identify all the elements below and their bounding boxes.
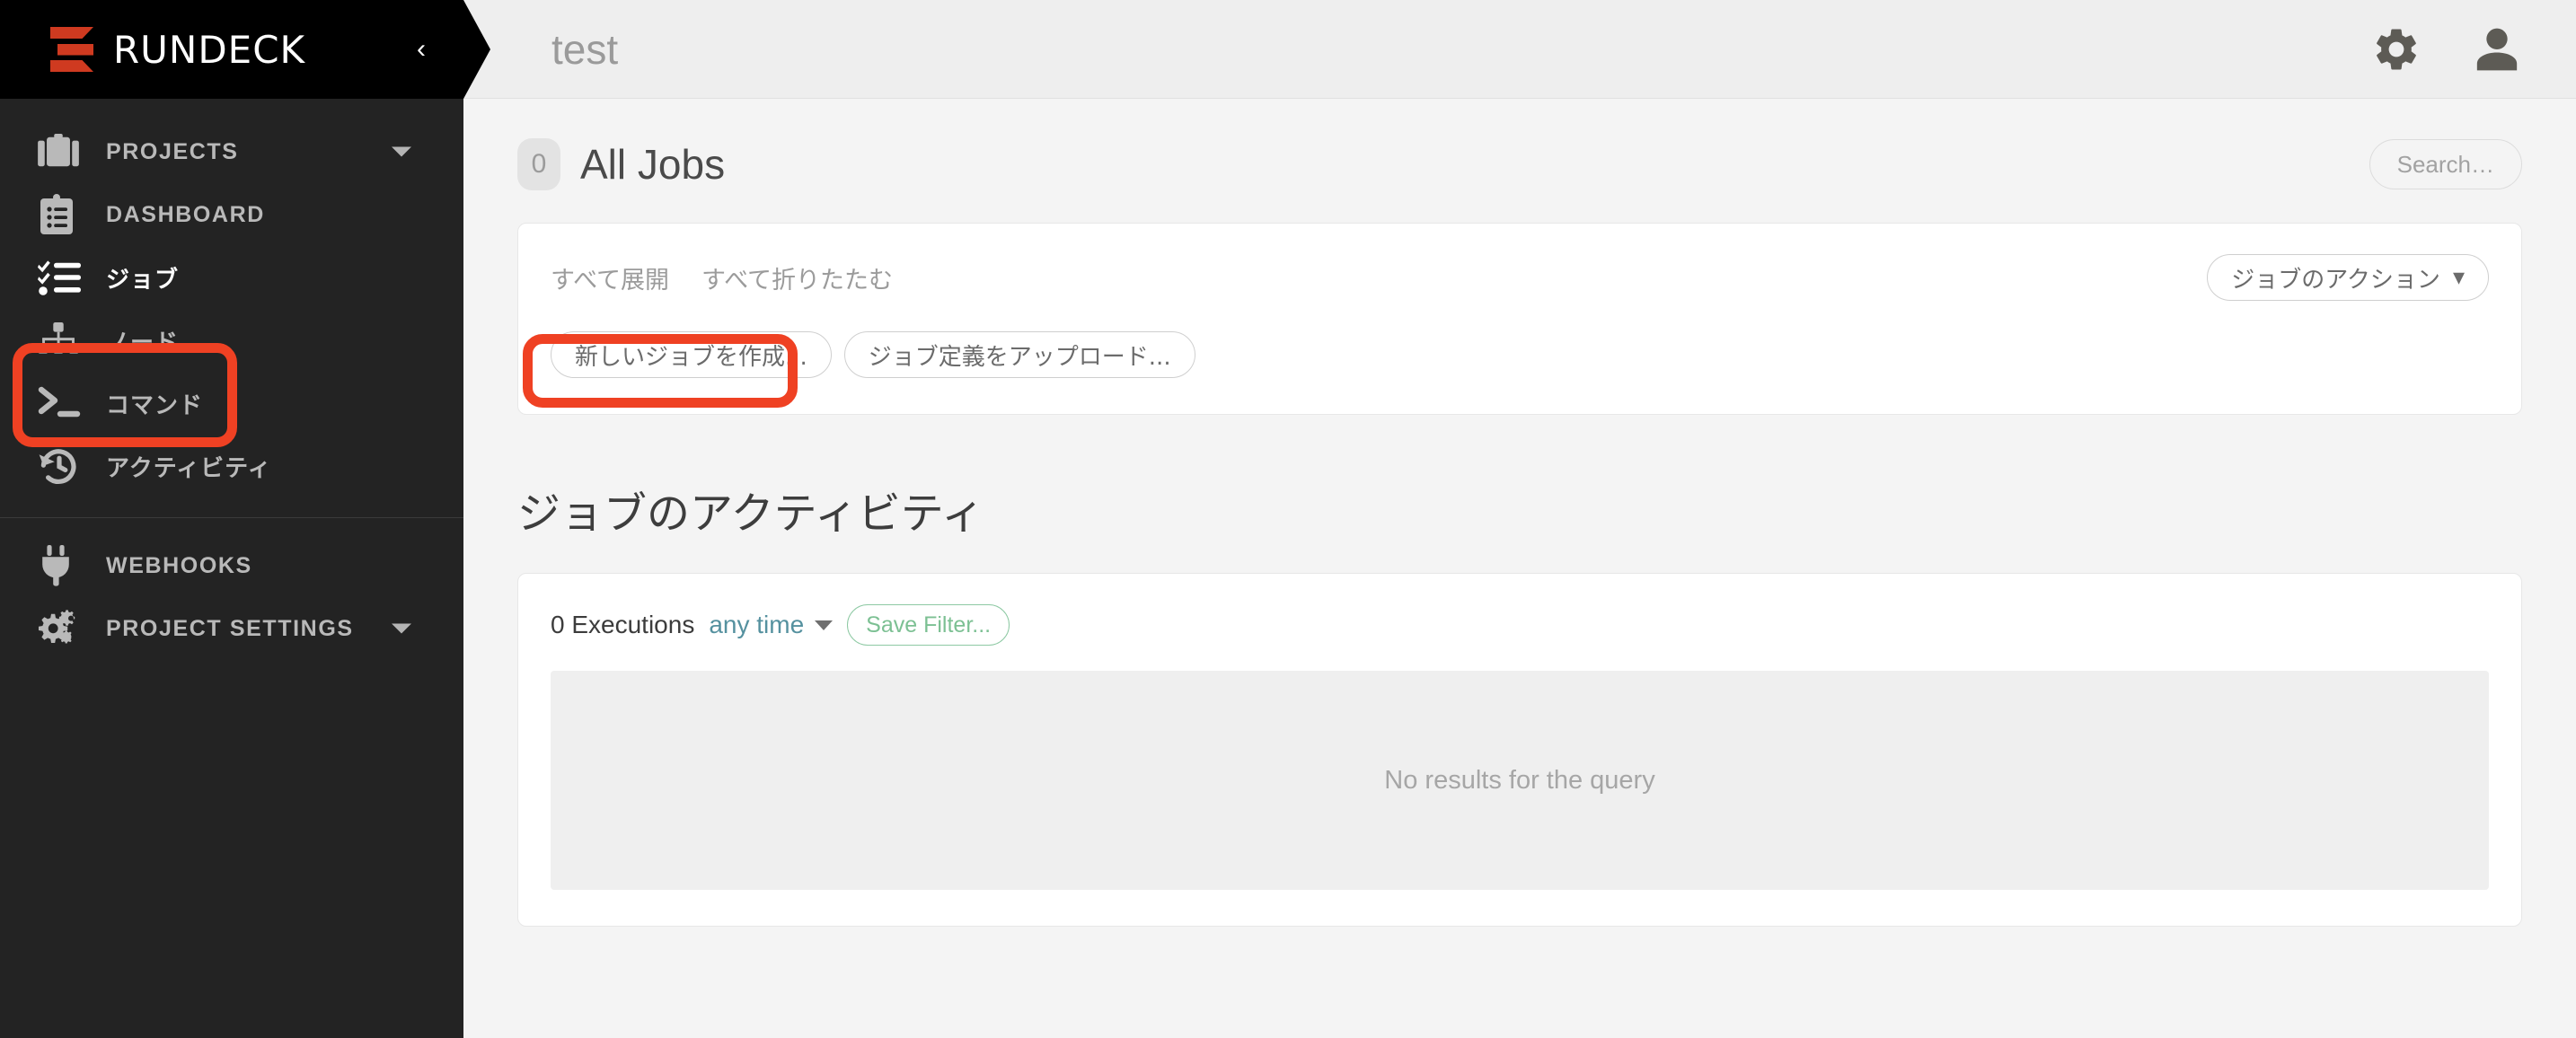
sidebar-item-nodes[interactable]: ノード	[0, 309, 463, 372]
brand-name: RUNDECK	[113, 27, 306, 72]
sidebar-item-label: アクティビティ	[106, 454, 272, 482]
sidebar-item-activity[interactable]: アクティビティ	[0, 435, 463, 497]
time-filter-dropdown[interactable]: any time	[709, 611, 834, 639]
clipboard-list-icon	[38, 194, 106, 235]
collapse-all-link[interactable]: すべて折りたたむ	[701, 260, 893, 295]
content-area: 0 All Jobs Search… すべて展開 すべて折りたたむ ジョブのアク…	[463, 99, 2576, 927]
sidebar-item-webhooks[interactable]: WEBHOOKS	[0, 534, 463, 597]
brand-bar: RUNDECK ‹	[0, 0, 490, 99]
activity-card: 0 Executions any time Save Filter... No …	[517, 573, 2522, 927]
upload-job-definition-button[interactable]: ジョブ定義をアップロード...	[843, 331, 1195, 378]
top-bar: test	[463, 0, 2576, 99]
sidebar-item-label: DASHBOARD	[106, 201, 265, 227]
tasks-icon	[38, 259, 106, 296]
rundeck-logo[interactable]: RUNDECK	[50, 27, 305, 72]
page-title: All Jobs	[580, 141, 726, 188]
save-filter-button[interactable]: Save Filter...	[847, 604, 1010, 646]
activity-section-title: ジョブのアクティビティ	[517, 488, 984, 539]
jobs-action-label: ジョブのアクション	[2231, 266, 2440, 294]
executions-count: 0 Executions	[551, 611, 695, 638]
sidebar-item-label: PROJECT SETTINGS	[106, 615, 354, 641]
sidebar-nav: PROJECTS DASHBOARD ジョブ ノード コマンド アクティビティ …	[0, 99, 494, 660]
history-icon	[38, 446, 106, 486]
project-title: test	[551, 25, 619, 73]
sidebar-item-label: コマンド	[106, 391, 204, 419]
sidebar-item-projects[interactable]: PROJECTS	[0, 120, 463, 183]
sidebar-item-commands[interactable]: コマンド	[0, 372, 463, 435]
gear-icon[interactable]	[2371, 24, 2422, 75]
user-icon[interactable]	[2472, 24, 2522, 75]
topbar-icons	[2371, 24, 2522, 75]
create-new-job-button[interactable]: 新しいジョブを作成...	[551, 331, 832, 378]
sidebar-item-label: WEBHOOKS	[106, 552, 252, 578]
cogs-icon	[38, 610, 106, 647]
app-root: RUNDECK ‹ PROJECTS DASHBOARD ジョブ ノード コマン…	[0, 0, 2576, 1038]
expand-all-link[interactable]: すべて展開	[551, 260, 669, 295]
sidebar: RUNDECK ‹ PROJECTS DASHBOARD ジョブ ノード コマン…	[0, 0, 494, 1038]
jobs-action-dropdown[interactable]: ジョブのアクション ▾	[2207, 254, 2489, 301]
tree-controls: すべて展開 すべて折りたたむ	[551, 260, 893, 295]
terminal-icon	[38, 386, 106, 420]
jobs-card-toolbar: すべて展開 すべて折りたたむ ジョブのアクション ▾	[551, 254, 2489, 301]
empty-results-message: No results for the query	[1384, 765, 1655, 795]
rundeck-mark-icon	[50, 27, 93, 72]
sidebar-item-label: PROJECTS	[106, 138, 239, 164]
sidebar-item-project-settings[interactable]: PROJECT SETTINGS	[0, 597, 463, 660]
sidebar-item-dashboard[interactable]: DASHBOARD	[0, 183, 463, 246]
jobs-card: すべて展開 すべて折りたたむ ジョブのアクション ▾ 新しいジョブを作成... …	[517, 223, 2522, 415]
time-filter-label: any time	[709, 611, 805, 638]
sidebar-divider	[0, 517, 463, 518]
executions-filter-bar: 0 Executions any time Save Filter...	[551, 604, 2489, 646]
sitemap-icon	[38, 322, 106, 358]
sidebar-item-label: ノード	[106, 329, 180, 356]
jobs-action-row: 新しいジョブを作成... ジョブ定義をアップロード...	[551, 331, 2489, 378]
jobs-count-badge: 0	[517, 138, 560, 190]
main-area: test 0 All Jobs Search… すべて展開 すべて折りたたむ ジ…	[463, 0, 2576, 1038]
page-header-left: 0 All Jobs	[517, 138, 725, 190]
chevron-down-icon	[392, 623, 411, 634]
chevron-down-icon	[815, 620, 834, 630]
chevron-down-icon	[392, 146, 411, 157]
briefcase-icon	[38, 134, 106, 170]
search-button[interactable]: Search…	[2369, 139, 2522, 189]
sidebar-item-label: ジョブ	[106, 266, 180, 294]
plug-icon	[38, 545, 106, 586]
chevron-down-icon: ▾	[2452, 264, 2465, 291]
empty-results-panel: No results for the query	[551, 671, 2489, 890]
chevron-left-icon[interactable]: ‹	[406, 31, 437, 67]
sidebar-item-jobs[interactable]: ジョブ	[0, 245, 494, 310]
page-header: 0 All Jobs Search…	[517, 99, 2522, 223]
